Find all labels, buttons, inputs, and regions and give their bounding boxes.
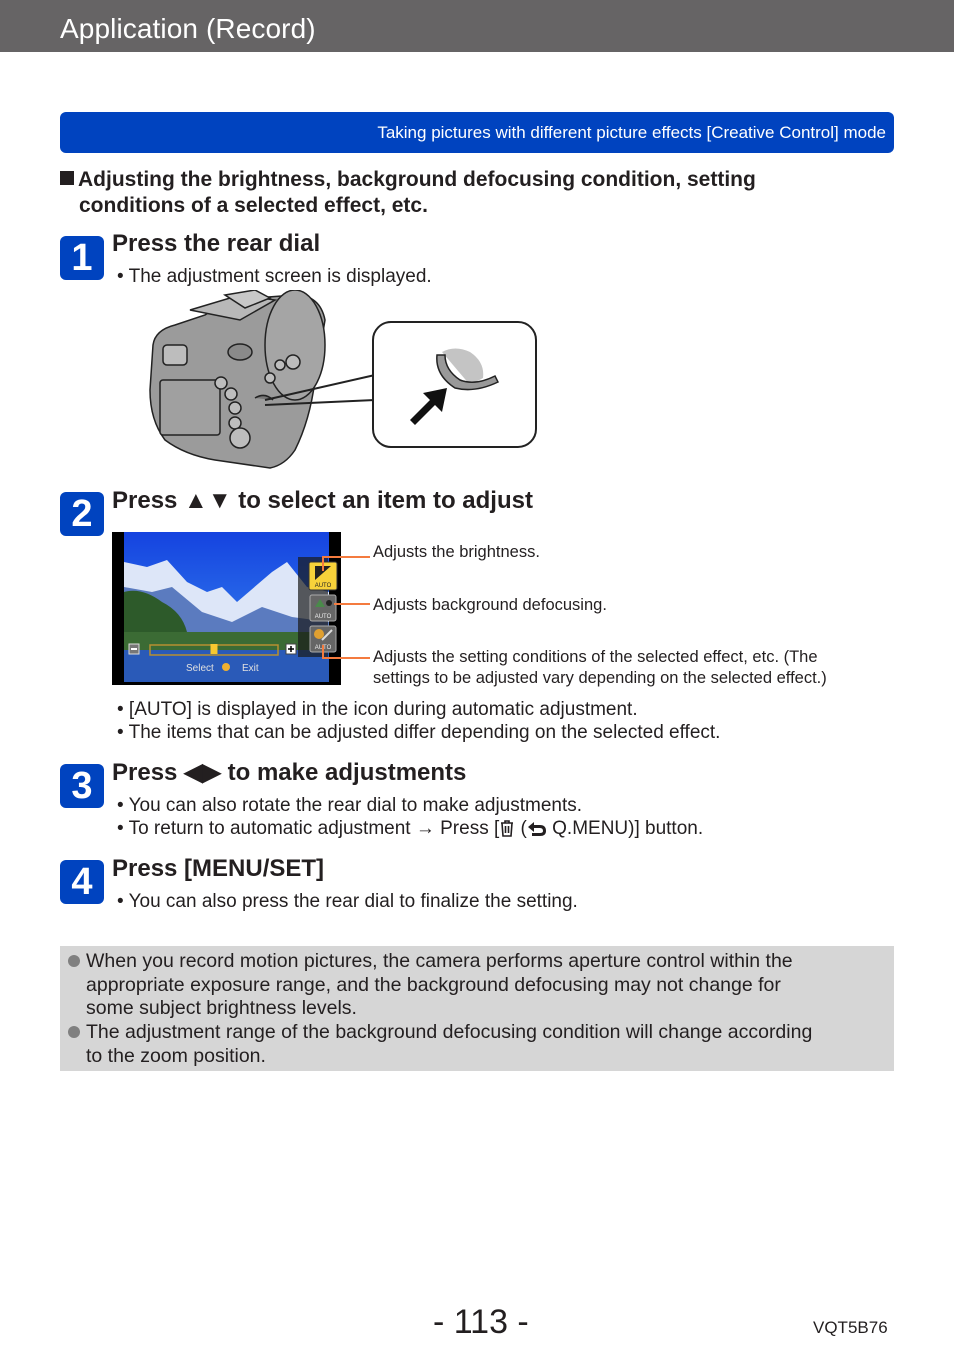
chapter-title: Application (Record) — [60, 13, 316, 44]
note-bullet-icon — [68, 1026, 80, 1038]
subheading-line-1: Adjusting the brightness, background def… — [78, 168, 756, 191]
step-1-title: Press the rear dial — [112, 230, 321, 257]
step-3-bullet-1: • You can also rotate the rear dial to m… — [117, 795, 583, 816]
svg-text:AUTO: AUTO — [315, 614, 332, 620]
square-bullet-icon — [60, 171, 74, 185]
callout-line-vertical-1 — [322, 557, 324, 571]
step-3-bullet-2-part-1: • To return to automatic adjustment → Pr… — [117, 818, 500, 839]
header-bar: Application (Record) — [0, 0, 954, 52]
step-2-badge: 2 — [60, 492, 104, 536]
dial-icon — [222, 663, 230, 671]
step-4-badge: 4 — [60, 860, 104, 904]
step-2-bullet-1: • [AUTO] is displayed in the icon during… — [117, 699, 638, 720]
callout-line-defocus — [334, 603, 370, 605]
document-code: VQT5B76 — [813, 1318, 888, 1337]
note-1-line-2: appropriate exposure range, and the back… — [86, 973, 781, 996]
callout-effect-line-1: Adjusts the setting conditions of the se… — [373, 648, 818, 666]
note-bullet-icon — [68, 955, 80, 967]
page-number: - 113 - — [433, 1303, 529, 1341]
step-4-bullet: • You can also press the rear dial to fi… — [117, 891, 578, 912]
note-1-line-3: some subject brightness levels. — [86, 997, 357, 1020]
trash-icon — [501, 820, 514, 837]
subheading: Adjusting the brightness, background def… — [60, 167, 880, 219]
note-2-line-1: The adjustment range of the background d… — [86, 1021, 813, 1043]
callout-defocus: Adjusts background defocusing. — [373, 596, 607, 614]
callout-line-brightness — [322, 556, 370, 558]
note-2: The adjustment range of the background d… — [86, 1021, 886, 1068]
callout-line-effect — [322, 657, 370, 659]
camera-rear-dial-illustration — [149, 290, 537, 469]
step-3-bullet-2: • To return to automatic adjustment → Pr… — [117, 817, 703, 840]
camera-body-illustration — [149, 290, 326, 469]
subheading-line-2: conditions of a selected effect, etc. — [79, 194, 428, 217]
step-3-bullet-2-part-2: ( — [515, 818, 527, 839]
exit-label: Exit — [242, 663, 259, 674]
note-1-line-1: When you record motion pictures, the cam… — [86, 950, 793, 972]
step-1-bullet: • The adjustment screen is displayed. — [117, 266, 432, 287]
callout-effect-line-2: settings to be adjusted vary depending o… — [373, 669, 827, 687]
section-banner[interactable]: Taking pictures with different picture e… — [60, 112, 894, 153]
step-3-badge: 3 — [60, 764, 104, 808]
defocus-icon: AUTO — [309, 594, 337, 622]
adjustment-screen-image: AUTO AUTO AUTO Select Exit — [112, 532, 341, 685]
note-1: When you record motion pictures, the cam… — [86, 950, 886, 1021]
select-label: Select — [186, 663, 214, 674]
callout-brightness: Adjusts the brightness. — [373, 543, 540, 561]
note-2-line-2: to the zoom position. — [86, 1044, 266, 1067]
step-3-bullet-2-part-3: Q.MENU)] button. — [546, 818, 704, 839]
step-2-title: Press ▲▼ to select an item to adjust — [112, 487, 533, 514]
step-3-title: Press ◀▶ to make adjustments — [112, 759, 467, 786]
section-banner-link[interactable]: Taking pictures with different picture e… — [377, 123, 886, 143]
slider-thumb — [210, 644, 218, 654]
step-1-badge: 1 — [60, 236, 104, 280]
step-2-bullet-2: • The items that can be adjusted differ … — [117, 722, 721, 743]
svg-text:AUTO: AUTO — [315, 583, 332, 589]
back-arrow-icon — [527, 822, 546, 836]
step-4-title: Press [MENU/SET] — [112, 855, 325, 882]
